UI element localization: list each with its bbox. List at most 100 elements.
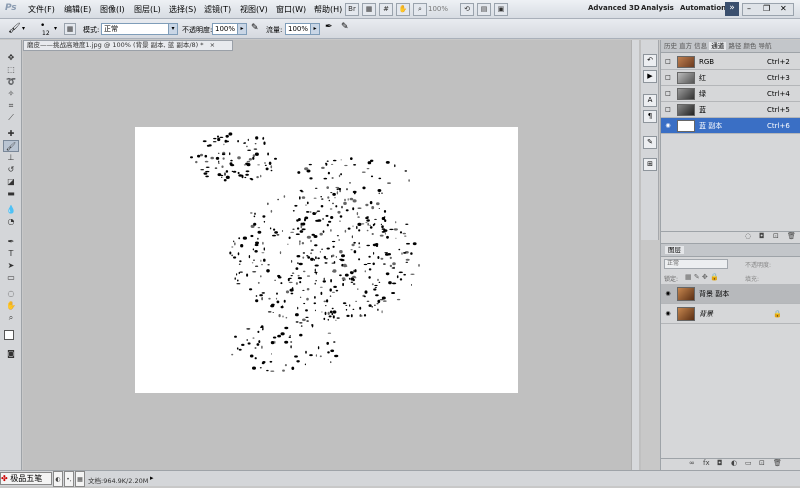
visibility-off-icon[interactable]: □	[664, 106, 672, 114]
foreground-color-swatch[interactable]	[4, 330, 14, 340]
minimize-icon[interactable]: –	[747, 4, 751, 13]
shape-tool-icon[interactable]: ▭	[3, 272, 19, 284]
menu-select[interactable]: 选择(S)	[169, 4, 196, 15]
tab-history[interactable]: 历史	[664, 42, 677, 50]
channel-row-red[interactable]: □ 红 Ctrl+3	[661, 70, 800, 86]
zoom-level[interactable]: 100%	[428, 5, 448, 13]
close-icon[interactable]: ✕	[780, 4, 787, 13]
brush-tool-icon[interactable]: 🖌	[8, 23, 21, 34]
clone-stamp-tool-icon[interactable]: ⊥	[3, 152, 19, 164]
new-group-icon[interactable]: ▭	[745, 459, 752, 467]
visibility-off-icon[interactable]: □	[664, 90, 672, 98]
crop-tool-icon[interactable]: ⌗	[3, 100, 19, 112]
menu-edit[interactable]: 编辑(E)	[64, 4, 91, 15]
layer-mask-icon[interactable]: ◘	[717, 459, 723, 467]
airbrush-icon[interactable]: ✒	[325, 22, 333, 32]
3d-rotate-tool-icon[interactable]: ◌	[3, 288, 19, 300]
new-layer-icon[interactable]: ⊡	[759, 459, 765, 467]
minibridge-icon[interactable]: ▦	[362, 3, 376, 16]
quick-mask-icon[interactable]: ◙	[3, 348, 19, 360]
eraser-tool-icon[interactable]: ◪	[3, 176, 19, 188]
menu-window[interactable]: 窗口(W)	[276, 4, 306, 15]
ime-bar[interactable]: ✤ 极品五笔	[0, 472, 52, 485]
paragraph-panel-icon[interactable]: ¶	[643, 110, 657, 123]
menu-help[interactable]: 帮助(H)	[314, 4, 342, 15]
menu-image[interactable]: 图像(I)	[100, 4, 125, 15]
tab-color[interactable]: 颜色	[743, 42, 756, 50]
ime-moon-icon[interactable]: ◐	[53, 471, 63, 487]
tab-paths[interactable]: 路径	[728, 42, 741, 50]
document-scrollbar[interactable]	[631, 40, 639, 470]
path-select-tool-icon[interactable]: ➤	[3, 260, 19, 272]
zoom-tool-icon[interactable]: ⌕	[3, 312, 19, 324]
mode-select[interactable]: 正常	[101, 23, 169, 35]
type-tool-icon[interactable]: T	[3, 248, 19, 260]
menu-view[interactable]: 视图(V)	[240, 4, 268, 15]
tab-navigator[interactable]: 导航	[758, 42, 771, 50]
brush-panel-icon[interactable]: ▦	[64, 23, 76, 35]
marquee-tool-icon[interactable]: ⬚	[3, 64, 19, 76]
workspace-advanced-3d[interactable]: Advanced 3D	[588, 4, 640, 12]
workspace-automation[interactable]: Automation	[680, 4, 726, 12]
visibility-off-icon[interactable]: □	[664, 58, 672, 66]
ime-keyboard-icon[interactable]: ▦	[75, 471, 85, 487]
link-layers-icon[interactable]: ∞	[689, 459, 695, 467]
layer-row-background-copy[interactable]: ◉ 背景 副本	[661, 284, 800, 304]
status-menu-arrow-icon[interactable]: ▸	[150, 474, 154, 482]
eye-icon[interactable]: ◉	[664, 122, 672, 130]
blend-mode-select[interactable]: 正常	[664, 259, 728, 269]
pressure-opacity-icon[interactable]: ✎	[251, 23, 259, 33]
image-canvas[interactable]	[135, 127, 518, 393]
actions-panel-icon[interactable]: ▶	[643, 70, 657, 83]
hand-tool-icon[interactable]: ✋	[3, 300, 19, 312]
flow-input[interactable]: 100%	[285, 23, 311, 35]
move-tool-icon[interactable]: ✥	[3, 52, 19, 64]
healing-brush-tool-icon[interactable]: ✚	[3, 128, 19, 140]
quick-select-tool-icon[interactable]: ✧	[3, 88, 19, 100]
more-workspaces-button[interactable]: »	[725, 2, 739, 16]
history-brush-tool-icon[interactable]: ↺	[3, 164, 19, 176]
delete-channel-icon[interactable]: 🗑	[787, 232, 796, 240]
zoom-tool-icon[interactable]: ⌕	[413, 3, 427, 16]
flow-slider-icon[interactable]: ▸	[310, 23, 320, 35]
document-close-icon[interactable]: ×	[210, 41, 215, 49]
save-selection-icon[interactable]: ◘	[759, 232, 765, 240]
layer-style-icon[interactable]: fx	[703, 459, 710, 467]
rotate-view-icon[interactable]: ⟲	[460, 3, 474, 16]
menu-file[interactable]: 文件(F)	[28, 4, 55, 15]
load-selection-icon[interactable]: ◌	[745, 232, 751, 240]
pen-tool-icon[interactable]: ✒	[3, 236, 19, 248]
tool-preset-arrow-icon[interactable]: ▾	[22, 25, 25, 32]
hand-tool-icon[interactable]: ✋	[396, 3, 410, 16]
eye-icon[interactable]: ◉	[664, 290, 672, 298]
workspace-analysis[interactable]: Analysis	[641, 4, 674, 12]
delete-layer-icon[interactable]: 🗑	[773, 459, 782, 467]
character-panel-icon[interactable]: A	[643, 94, 657, 107]
brush-picker-arrow-icon[interactable]: ▾	[54, 25, 57, 32]
eye-icon[interactable]: ◉	[664, 310, 672, 318]
tab-info[interactable]: 信息	[694, 42, 707, 50]
channel-row-rgb[interactable]: □ RGB Ctrl+2	[661, 54, 800, 70]
brush-size[interactable]: 12	[42, 30, 50, 37]
channel-row-blue-copy[interactable]: ◉ 蓝 副本 Ctrl+6	[661, 118, 800, 134]
brush-presets-panel-icon[interactable]: ✎	[643, 136, 657, 149]
layer-row-background[interactable]: ◉ 背景 🔒	[661, 304, 800, 324]
clone-source-panel-icon[interactable]: ⊞	[643, 158, 657, 171]
gradient-tool-icon[interactable]: ▬	[3, 188, 19, 200]
screen-mode-icon[interactable]: ▣	[494, 3, 508, 16]
brush-tool-icon[interactable]: 🖌	[3, 140, 19, 152]
lock-pixels-icon[interactable]: ▦ ✎ ✥ 🔒	[685, 273, 719, 281]
opacity-input[interactable]: 100%	[212, 23, 238, 35]
tab-histogram[interactable]: 直方	[679, 42, 692, 50]
blur-tool-icon[interactable]: 💧	[3, 204, 19, 216]
visibility-off-icon[interactable]: □	[664, 74, 672, 82]
tab-layers[interactable]: 图层	[665, 246, 684, 254]
arrange-documents-icon[interactable]: ▤	[477, 3, 491, 16]
channel-row-blue[interactable]: □ 蓝 Ctrl+5	[661, 102, 800, 118]
pressure-size-icon[interactable]: ✎	[341, 22, 349, 32]
lasso-tool-icon[interactable]: ➰	[3, 76, 19, 88]
document-tab[interactable]: 磨皮——挑战高难度1.jpg @ 100% (背景 副本, 蓝 副本/8) * …	[23, 40, 233, 51]
bridge-icon[interactable]: Br	[345, 3, 359, 16]
adjustment-layer-icon[interactable]: ◐	[731, 459, 737, 467]
opacity-slider-icon[interactable]: ▸	[237, 23, 247, 35]
